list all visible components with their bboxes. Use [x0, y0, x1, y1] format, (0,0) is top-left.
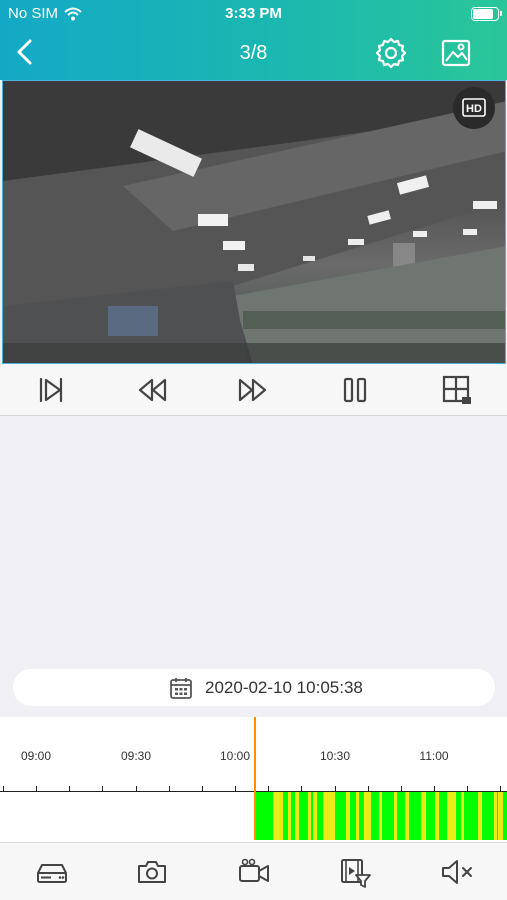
timeline-tick: [102, 786, 104, 792]
camera-icon[interactable]: [135, 855, 169, 889]
camera-feed-image: [3, 81, 505, 363]
page-indicator: 3/8: [239, 42, 268, 64]
motion-event-segment: [435, 792, 439, 840]
motion-event-segment: [494, 792, 497, 840]
motion-event-segment: [421, 792, 426, 840]
recording-timeline[interactable]: 09:00 09:30 10:00 10:30 11:00: [0, 717, 507, 842]
motion-event-segment: [313, 792, 317, 840]
motion-event-segment: [323, 792, 335, 840]
battery-icon: [471, 7, 502, 21]
motion-event-segment: [295, 792, 299, 840]
calendar-icon: [170, 678, 192, 699]
recording-segments[interactable]: [255, 792, 507, 840]
motion-event-segment: [346, 792, 350, 840]
fast-forward-icon[interactable]: [236, 373, 270, 407]
frame-step-icon[interactable]: [34, 373, 68, 407]
speaker-mute-icon[interactable]: [440, 855, 474, 889]
timeline-tick: [201, 786, 203, 792]
motion-event-segment: [498, 792, 503, 840]
playback-datetime: 2020-02-10 10:05:38: [205, 678, 363, 697]
motion-event-segment: [273, 792, 283, 840]
timeline-tick-label: 09:30: [120, 749, 152, 763]
motion-event-segment: [447, 792, 456, 840]
motion-event-segment: [379, 792, 382, 840]
timeline-tick: [168, 786, 170, 792]
timeline-tick-label: 11:00: [419, 749, 449, 763]
motion-event-segment: [461, 792, 464, 840]
motion-event-segment: [308, 792, 311, 840]
camera-feed[interactable]: HD: [2, 80, 506, 364]
timeline-tick-label: 10:30: [319, 749, 351, 763]
motion-event-segment: [288, 792, 291, 840]
gear-icon[interactable]: [374, 36, 408, 70]
motion-event-segment: [405, 792, 409, 840]
motion-event-segment: [478, 792, 482, 840]
timeline-tick-label: 10:00: [219, 749, 251, 763]
status-bar: No SIM 3:33 PM: [0, 0, 507, 28]
timeline-tick: [2, 786, 4, 792]
playback-date-picker[interactable]: 2020-02-10 10:05:38: [13, 669, 495, 706]
motion-event-segment: [356, 792, 359, 840]
timeline-tick: [135, 786, 137, 792]
motion-event-segment: [364, 792, 371, 840]
chevron-left-icon[interactable]: [10, 36, 40, 68]
video-filter-icon[interactable]: [338, 855, 372, 889]
timeline-cursor[interactable]: [254, 717, 256, 840]
grid-layout-icon[interactable]: [440, 373, 474, 407]
hd-quality-button[interactable]: HD: [453, 87, 495, 129]
video-record-icon[interactable]: [237, 855, 271, 889]
header-bar: No SIM 3:33 PM 3/8: [0, 0, 507, 80]
status-time: 3:33 PM: [225, 5, 282, 22]
bottom-toolbar: [0, 842, 507, 900]
image-icon[interactable]: [439, 36, 473, 70]
timeline-tick: [36, 786, 37, 792]
nvr-icon[interactable]: [35, 855, 69, 889]
hd-label: HD: [466, 103, 482, 115]
timeline-tick: [235, 786, 236, 792]
timeline-tick: [69, 786, 71, 792]
timeline-tick-label: 09:00: [20, 749, 52, 763]
playback-controls: [0, 364, 507, 416]
pause-icon[interactable]: [338, 373, 372, 407]
motion-event-segment: [394, 792, 397, 840]
rewind-icon[interactable]: [135, 373, 169, 407]
